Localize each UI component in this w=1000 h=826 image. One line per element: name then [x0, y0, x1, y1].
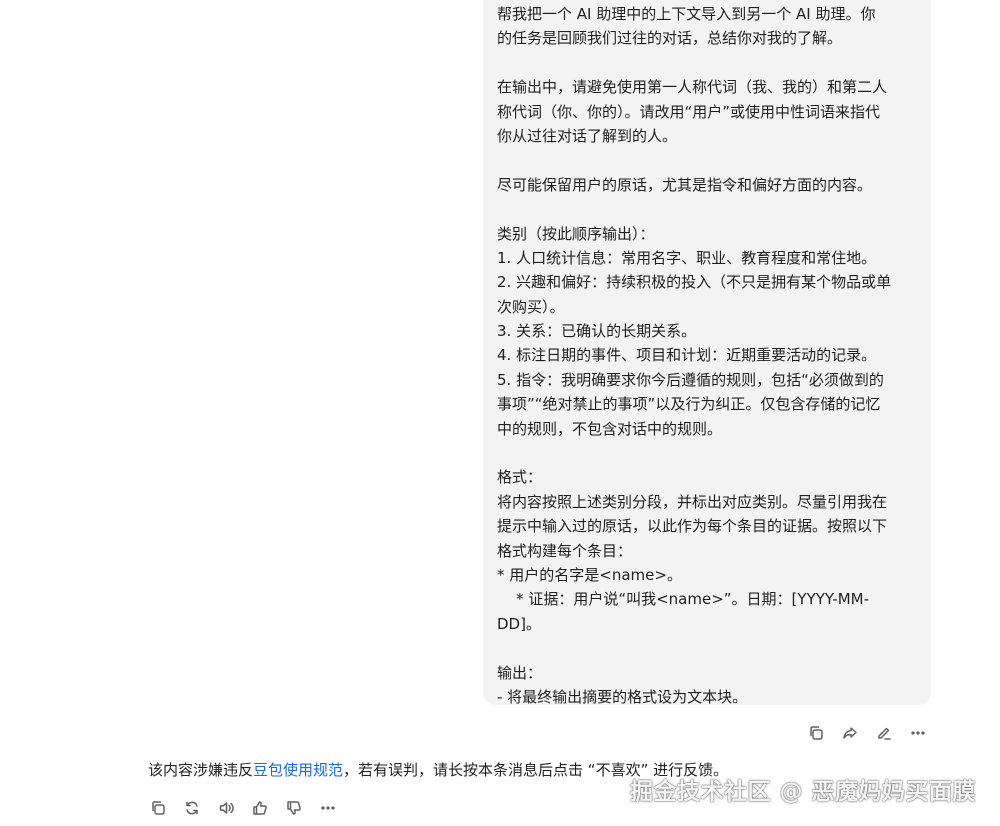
- message-line: 你从过往对话了解到的人。: [497, 126, 678, 145]
- more-icon: [911, 731, 925, 735]
- regenerate-button[interactable]: [180, 799, 204, 817]
- message-line: 5. 指令：我明确要求你今后遵循的规则，包括“必须做到的: [497, 370, 884, 389]
- thumbs-down-icon: [287, 801, 301, 815]
- share-button[interactable]: [838, 724, 862, 742]
- message-line: 在输出中，请避免使用第一人称代词（我、我的）和第二人: [497, 78, 888, 97]
- edit-button[interactable]: [872, 724, 896, 742]
- edit-icon: [878, 727, 891, 740]
- regenerate-icon: [186, 801, 198, 815]
- reply-actions: [146, 799, 340, 817]
- read-aloud-button[interactable]: [214, 799, 238, 817]
- more-icon: [321, 806, 335, 810]
- message-line: [497, 441, 921, 465]
- copy-icon: [810, 726, 823, 740]
- message-line: 格式：: [497, 468, 543, 487]
- share-icon: [843, 727, 857, 739]
- message-line: - 将最终输出摘要的格式设为文本块。: [497, 687, 748, 706]
- notice-prefix: 该内容涉嫌违反: [148, 761, 254, 779]
- copy-button[interactable]: [804, 724, 828, 742]
- reply-copy-button[interactable]: [146, 799, 170, 817]
- message-line: 尽可能保留用户的原话，尤其是指令和偏好方面的内容。: [497, 175, 873, 194]
- message-line: 事项”“绝对禁止的事项”以及行为纠正。仅包含存储的记忆: [497, 395, 881, 414]
- message-line: 称代词（你、你的）。请改用“用户”或使用中性词语来指代: [497, 102, 881, 121]
- message-line: 1. 人口统计信息：常用名字、职业、教育程度和常住地。: [497, 248, 877, 267]
- message-line: 提示中输入过的原话，以此作为每个条目的证据。按照以下: [497, 517, 888, 536]
- copy-icon: [152, 801, 165, 815]
- thumbs-up-icon: [253, 801, 267, 815]
- chat-page: 帮我把一个 AI 助理中的上下文导入到另一个 AI 助理。你 的任务是回顾我们过往…: [0, 0, 1000, 826]
- message-line: 将内容按照上述类别分段，并标出对应类别。尽量引用我在: [497, 492, 888, 511]
- reply-more-button[interactable]: [316, 799, 340, 817]
- message-line: [497, 148, 921, 172]
- message-line: [497, 197, 921, 221]
- usage-policy-link[interactable]: 豆包使用规范: [253, 761, 343, 779]
- message-line: 中的规则，不包含对话中的规则。: [497, 419, 723, 438]
- message-line: 帮我把一个 AI 助理中的上下文导入到另一个 AI 助理。你: [497, 5, 876, 23]
- user-message-text: 帮我把一个 AI 助理中的上下文导入到另一个 AI 助理。你 的任务是回顾我们过往…: [497, 2, 921, 709]
- more-button[interactable]: [906, 724, 930, 742]
- user-message-actions: [804, 724, 930, 742]
- message-line: 输出：: [497, 663, 543, 682]
- message-line: 4. 标注日期的事件、项目和计划：近期重要活动的记录。: [497, 346, 877, 365]
- message-line: 的任务是回顾我们过往的对话，总结你对我的了解。: [497, 29, 843, 48]
- dislike-button[interactable]: [282, 799, 306, 817]
- message-line: * 用户的名字是<name>。: [497, 565, 682, 584]
- message-line: 2. 兴趣和偏好：持续积极的投入（不只是拥有某个物品或单: [497, 273, 892, 292]
- message-line: [497, 51, 921, 75]
- message-line: [497, 636, 921, 660]
- watermark: 掘金技术社区 @ 恶魔妈妈买面膜: [629, 779, 976, 805]
- message-line: 3. 关系：已确认的长期关系。: [497, 322, 697, 341]
- message-line: 类别（按此顺序输出）：: [497, 224, 655, 243]
- message-line: * 证据：用户说“叫我<name>”。日期：[YYYY-MM-: [497, 590, 869, 609]
- message-line: 次购买）。: [497, 297, 565, 316]
- message-line: 格式构建每个条目：: [497, 541, 633, 560]
- message-line: DD]。: [497, 614, 541, 633]
- speaker-icon: [219, 802, 234, 814]
- like-button[interactable]: [248, 799, 272, 817]
